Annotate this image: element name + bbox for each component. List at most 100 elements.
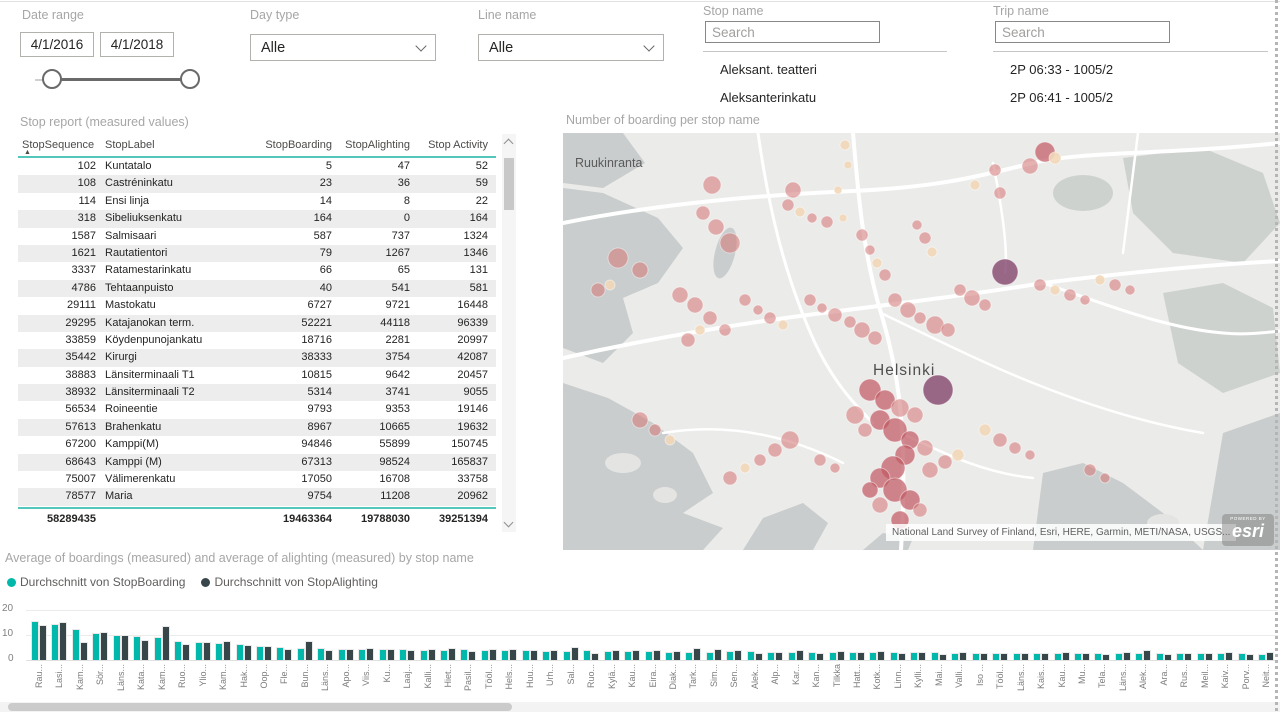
bar-boarding[interactable] [113, 635, 121, 660]
date-slider-handle-end[interactable] [180, 69, 200, 89]
bar-alighting[interactable] [734, 650, 742, 660]
table-row[interactable]: 102Kuntatalo54752 [18, 158, 496, 175]
map-panel[interactable]: Ruukinranta Helsinki National Land Surve… [563, 133, 1280, 550]
bar-alighting[interactable] [898, 653, 906, 660]
map-bubble[interactable] [1064, 289, 1076, 301]
bar-alighting[interactable] [162, 626, 170, 660]
map-bubble[interactable] [696, 206, 710, 220]
scroll-up-icon[interactable] [504, 139, 514, 149]
chart-hscrollbar[interactable] [0, 702, 1280, 712]
table-row[interactable]: 3337Ratamestarinkatu6665131 [18, 262, 496, 279]
bar-boarding[interactable] [645, 651, 653, 660]
map-bubble[interactable] [1095, 275, 1105, 285]
bar-boarding[interactable] [501, 650, 509, 660]
bar-boarding[interactable] [51, 624, 59, 660]
map-bubble[interactable] [703, 176, 721, 194]
map-bubble[interactable] [970, 180, 980, 190]
map-bubble[interactable] [795, 207, 805, 217]
map-bubble[interactable] [753, 305, 763, 315]
bar-boarding[interactable] [1238, 653, 1246, 660]
bar-boarding[interactable] [829, 652, 837, 660]
trip-name-search-input[interactable] [995, 21, 1170, 43]
map-bubble[interactable] [695, 325, 705, 335]
map-bubble[interactable] [703, 311, 717, 325]
map-bubble[interactable] [872, 258, 882, 268]
bar-boarding[interactable] [542, 651, 550, 660]
map-bubble[interactable] [979, 424, 991, 436]
bar-boarding[interactable] [563, 651, 571, 660]
map-bubble[interactable] [785, 182, 801, 198]
bar-alighting[interactable] [428, 649, 436, 660]
map-bubble[interactable] [605, 280, 615, 290]
bar-alighting[interactable] [837, 651, 845, 660]
map-bubble[interactable] [856, 229, 868, 241]
bar-boarding[interactable] [317, 648, 325, 660]
bar-boarding[interactable] [1197, 653, 1205, 660]
bar-alighting[interactable] [1000, 653, 1008, 660]
bar-alighting[interactable] [693, 648, 701, 660]
map-bubble[interactable] [754, 454, 766, 466]
map-bubble[interactable] [804, 294, 816, 306]
line-name-dropdown[interactable]: Alle [478, 34, 664, 61]
map-bubble[interactable] [778, 320, 788, 330]
bar-boarding[interactable] [890, 652, 898, 660]
map-bubble[interactable] [608, 248, 628, 268]
map-bubble[interactable] [1125, 285, 1135, 295]
bar-boarding[interactable] [195, 642, 203, 660]
bar-alighting[interactable] [877, 651, 885, 660]
map-bubble[interactable] [814, 454, 826, 466]
map-bubble[interactable] [782, 199, 794, 211]
map-bubble[interactable] [854, 322, 870, 338]
bar-alighting[interactable] [816, 653, 824, 660]
bar-boarding[interactable] [951, 653, 959, 660]
bar-alighting[interactable] [121, 635, 129, 660]
bar-alighting[interactable] [1102, 654, 1110, 660]
bar-alighting[interactable] [1062, 652, 1070, 660]
table-row[interactable]: 56534Roineentie9793935319146 [18, 401, 496, 418]
bar-alighting[interactable] [59, 622, 67, 660]
bar-alighting[interactable] [284, 649, 292, 660]
bar-boarding[interactable] [1033, 653, 1041, 660]
day-type-dropdown[interactable]: Alle [250, 34, 436, 61]
bar-boarding[interactable] [1217, 653, 1225, 660]
bar-boarding[interactable] [1135, 653, 1143, 660]
bar-alighting[interactable] [223, 641, 231, 660]
map-bubble[interactable] [828, 308, 842, 322]
bar-alighting[interactable] [448, 648, 456, 660]
map-bubble[interactable] [862, 482, 878, 498]
table-row[interactable]: 57613Brahenkatu89671066519632 [18, 419, 496, 436]
map-bubble[interactable] [992, 259, 1018, 285]
bar-alighting[interactable] [1143, 650, 1151, 660]
table-row[interactable]: 33859Köydenpunojankatu18716228120997 [18, 332, 496, 349]
map-bubble[interactable] [817, 303, 827, 313]
table-row[interactable]: 1587Salmisaari5877371324 [18, 228, 496, 245]
date-slider-handle-start[interactable] [42, 69, 62, 89]
bar-alighting[interactable] [407, 650, 415, 660]
bar-boarding[interactable] [72, 629, 80, 660]
bar-boarding[interactable] [420, 650, 428, 660]
bar-alighting[interactable] [1164, 654, 1172, 660]
bar-boarding[interactable] [174, 641, 182, 660]
bar-boarding[interactable] [706, 652, 714, 660]
table-row[interactable]: 68643Kamppi (M)6731398524165837 [18, 454, 496, 471]
bar-boarding[interactable] [399, 649, 407, 660]
map-bubble[interactable] [1022, 158, 1038, 174]
bar-alighting[interactable] [264, 646, 272, 660]
map-bubble[interactable] [872, 497, 888, 513]
bar-boarding[interactable] [460, 649, 468, 660]
bar-alighting[interactable] [100, 632, 108, 660]
bar-alighting[interactable] [959, 652, 967, 660]
bar-alighting[interactable] [1184, 653, 1192, 660]
map-bubble[interactable] [1080, 295, 1090, 305]
bar-boarding[interactable] [1176, 653, 1184, 660]
bar-boarding[interactable] [604, 651, 612, 660]
table-row[interactable]: 108Castréninkatu233659 [18, 175, 496, 192]
bar-boarding[interactable] [972, 653, 980, 660]
bar-alighting[interactable] [468, 651, 476, 660]
map-bubble[interactable] [687, 297, 703, 313]
map-bubble[interactable] [919, 232, 931, 244]
map-bubble[interactable] [632, 412, 648, 428]
map-bubble[interactable] [954, 284, 966, 296]
table-row[interactable]: 1621Rautatientori7912671346 [18, 245, 496, 262]
bar-boarding[interactable] [1013, 653, 1021, 660]
